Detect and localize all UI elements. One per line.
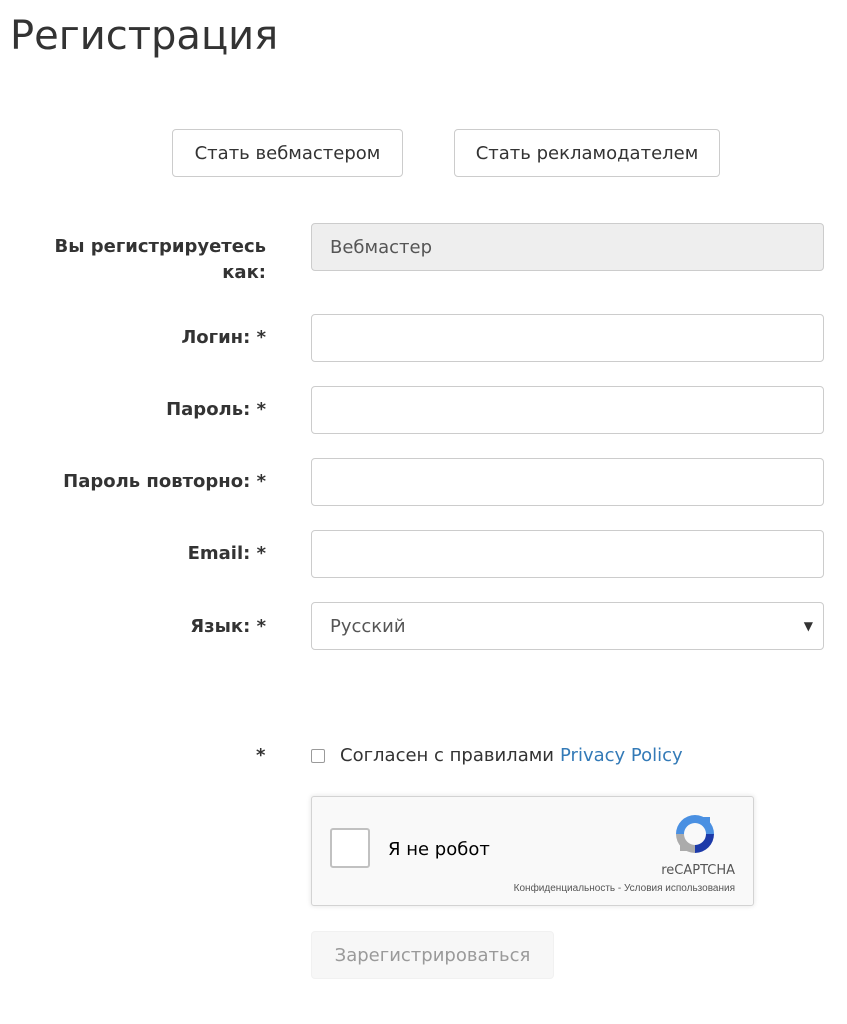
email-input[interactable] <box>311 530 824 578</box>
recaptcha-privacy-link[interactable]: Конфиденциальность <box>514 883 615 894</box>
password-label: Пароль: * <box>166 399 266 420</box>
become-advertiser-button[interactable]: Стать рекламодателем <box>454 129 720 177</box>
recaptcha-terms-link[interactable]: Условия использования <box>624 883 735 894</box>
password-input[interactable] <box>311 386 824 434</box>
recaptcha-checkbox[interactable] <box>330 828 370 868</box>
recaptcha-widget: Я не робот reCAPTCHA Конфиденциальность … <box>311 796 754 906</box>
email-label: Email: * <box>187 543 266 564</box>
agreement-row: Согласен с правилами Privacy Policy <box>311 745 683 766</box>
agreement-text: Согласен с правилами <box>340 745 554 766</box>
login-input[interactable] <box>311 314 824 362</box>
recaptcha-terms: Конфиденциальность - Условия использован… <box>514 883 735 894</box>
language-value: Русский <box>330 615 406 637</box>
role-label: Вы регистрируетесь как: <box>20 234 267 286</box>
become-webmaster-button[interactable]: Стать вебмастером <box>172 129 403 177</box>
page-title: Регистрация <box>10 13 279 59</box>
agreement-required-mark: * <box>256 745 266 766</box>
register-button[interactable]: Зарегистрироваться <box>311 931 554 979</box>
agreement-checkbox[interactable] <box>311 748 325 763</box>
password-repeat-input[interactable] <box>311 458 824 506</box>
language-label: Язык: * <box>190 616 266 637</box>
login-label: Логин: * <box>181 327 266 348</box>
password-repeat-label: Пароль повторно: * <box>63 471 266 492</box>
privacy-policy-link[interactable]: Privacy Policy <box>560 745 683 766</box>
role-label-line2: как: <box>222 262 266 283</box>
recaptcha-logo-icon <box>676 815 714 853</box>
role-value: Вебмастер <box>330 236 433 258</box>
recaptcha-separator: - <box>615 883 624 894</box>
language-select[interactable]: Русский ▼ <box>311 602 824 650</box>
recaptcha-brand: reCAPTCHA <box>661 863 735 878</box>
recaptcha-label: Я не робот <box>388 839 490 860</box>
role-label-line1: Вы регистрируетесь <box>54 236 267 257</box>
chevron-down-icon: ▼ <box>803 619 813 633</box>
role-field: Вебмастер <box>311 223 824 271</box>
